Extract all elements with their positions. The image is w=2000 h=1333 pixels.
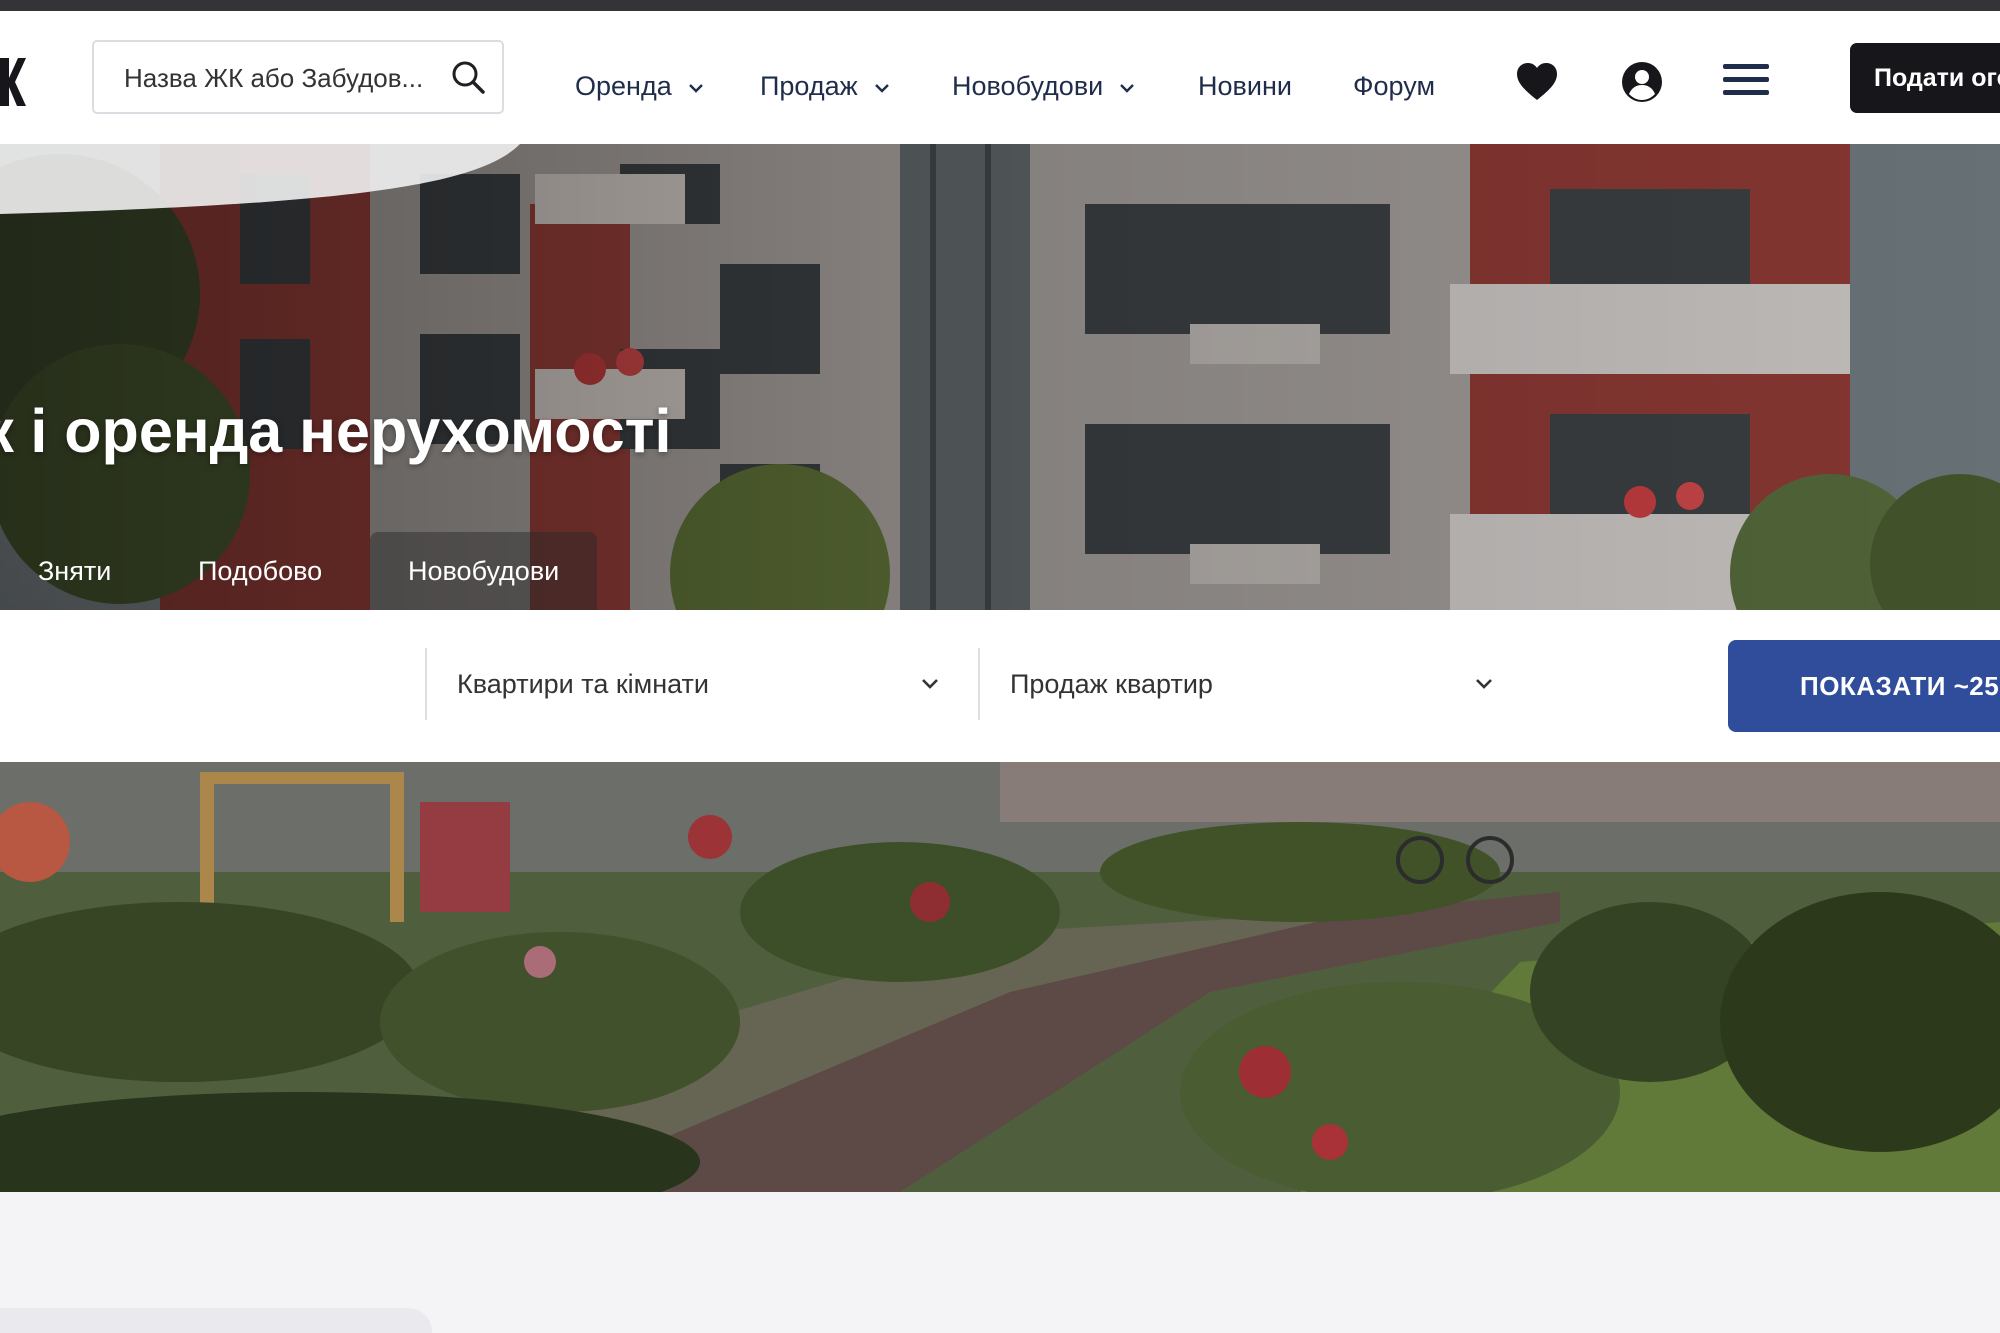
tab-rent-label: Зняти	[38, 556, 112, 586]
nav-sale[interactable]: Продаж	[760, 66, 890, 106]
nav-rent-label: Оренда	[575, 71, 672, 101]
heart-icon[interactable]	[1513, 58, 1561, 106]
chevron-down-icon	[874, 84, 889, 93]
nav-rent[interactable]: Оренда	[575, 66, 704, 106]
nav-new-buildings-label: Новобудови	[952, 71, 1104, 101]
search-icon[interactable]	[450, 59, 486, 95]
search-filter-bar: Квартири та кімнати Продаж квартир ПОКАЗ…	[0, 610, 2000, 762]
property-type-select[interactable]: Квартири та кімнати	[425, 648, 977, 720]
tab-daily[interactable]: Подобово	[160, 532, 360, 610]
search-box	[92, 40, 504, 114]
chevron-down-icon	[1476, 679, 1492, 689]
chevron-down-icon	[1120, 84, 1135, 93]
search-input[interactable]	[122, 42, 446, 114]
chevron-down-icon	[688, 84, 703, 93]
nav-news-label: Новини	[1198, 71, 1292, 101]
content-card	[0, 1308, 432, 1333]
show-results-button[interactable]: ПОКАЗАТИ ~25	[1728, 640, 2000, 732]
chevron-down-icon	[922, 679, 938, 689]
nav-new-buildings[interactable]: Новобудови	[952, 66, 1135, 106]
tab-daily-label: Подобово	[198, 556, 323, 586]
logo[interactable]	[0, 54, 26, 110]
top-strip	[0, 0, 2000, 11]
tab-new-buildings-label: Новобудови	[408, 556, 560, 586]
hero-title: Продаж і оренда нерухомості	[0, 397, 672, 465]
garden-image	[0, 762, 2000, 1192]
user-circle-icon[interactable]	[1618, 58, 1666, 106]
property-type-value: Квартири та кімнати	[457, 669, 709, 699]
submit-listing-button[interactable]: Подати оголошення	[1850, 43, 2000, 113]
site-header: Оренда Продаж Новобудови Новини Форум По…	[0, 11, 2000, 144]
garden-scene	[0, 762, 2000, 1192]
nav-news[interactable]: Новини	[1198, 66, 1292, 106]
page: Оренда Продаж Новобудови Новини Форум По…	[0, 0, 2000, 1333]
nav-sale-label: Продаж	[760, 71, 858, 101]
menu-icon[interactable]	[1722, 56, 1770, 104]
tab-new-buildings[interactable]: Новобудови	[370, 532, 598, 610]
nav-forum-label: Форум	[1353, 71, 1436, 101]
nav-forum[interactable]: Форум	[1353, 66, 1435, 106]
deal-type-value: Продаж квартир	[1010, 669, 1213, 699]
tab-rent[interactable]: Зняти	[0, 532, 149, 610]
deal-type-select[interactable]: Продаж квартир	[978, 648, 1531, 720]
